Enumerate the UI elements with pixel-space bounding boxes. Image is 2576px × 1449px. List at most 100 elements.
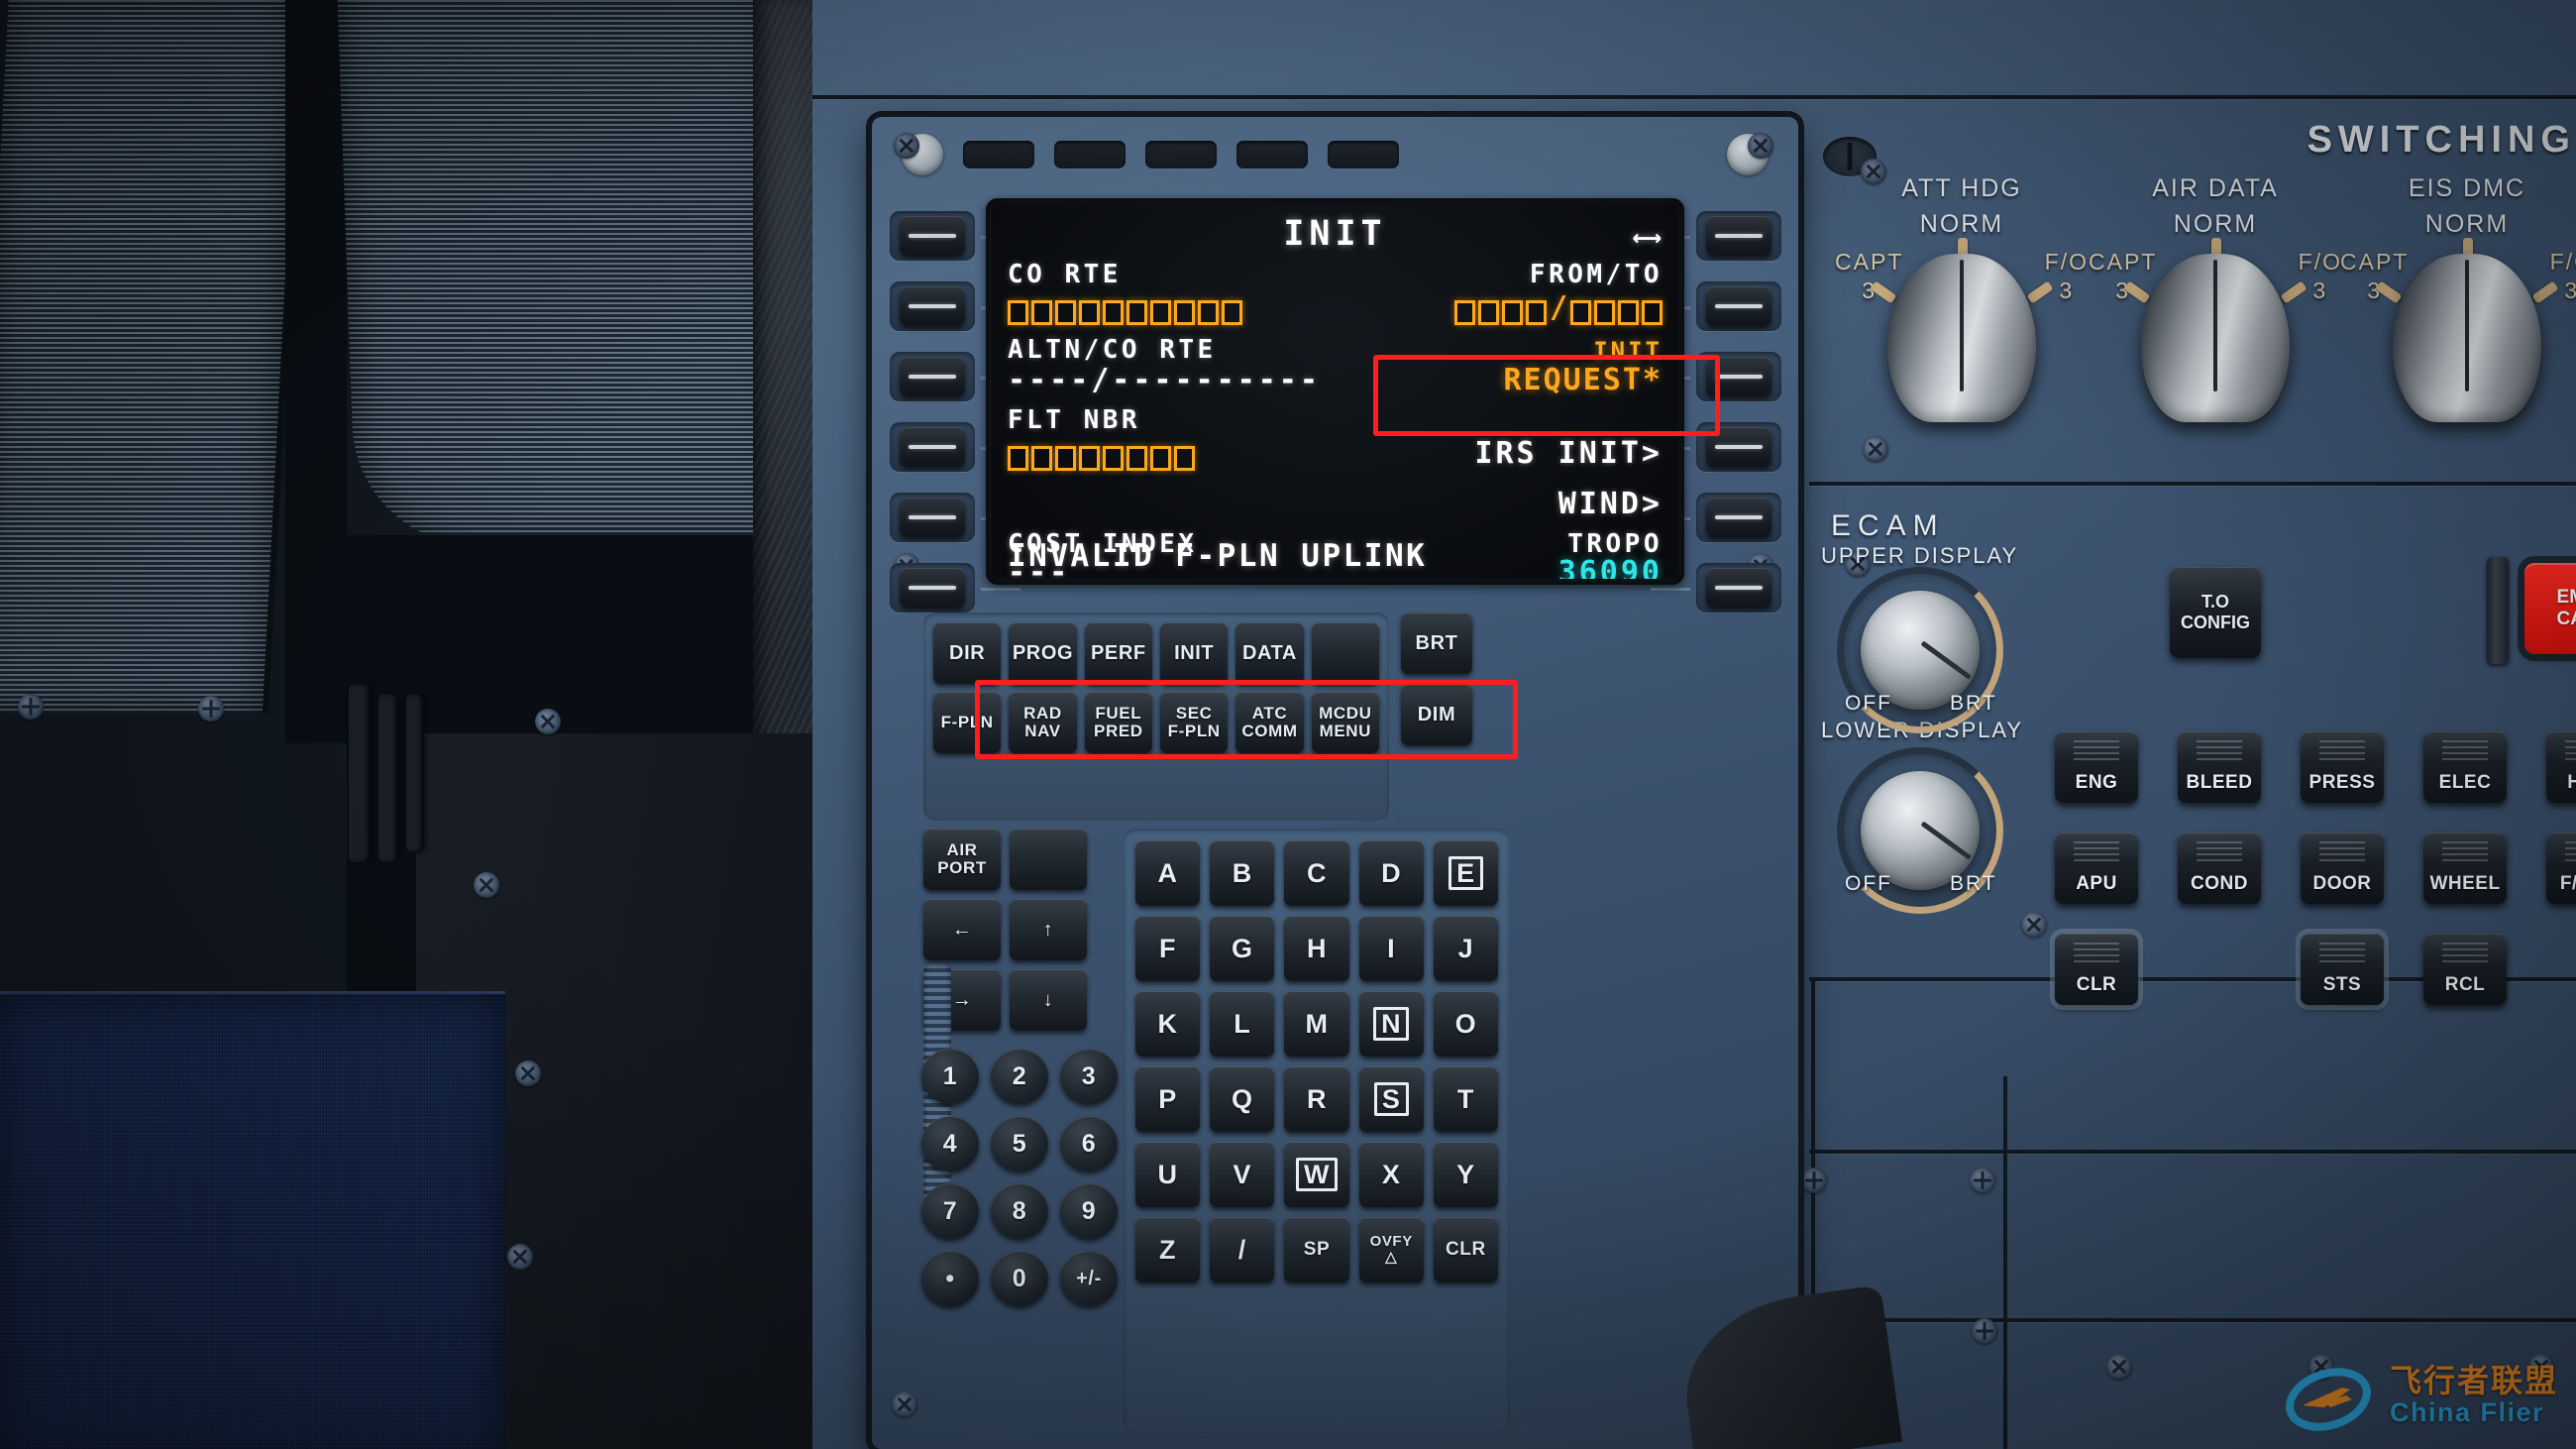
lsk-r2-init-request[interactable] (1706, 286, 1771, 326)
key-blank-2[interactable] (1010, 829, 1087, 890)
ecam-button-apu[interactable]: APU (2055, 833, 2138, 904)
key-fpln[interactable]: F-PLN (933, 692, 1002, 753)
key-v[interactable]: V (1210, 1142, 1275, 1207)
key-clr[interactable]: CLR (1433, 1217, 1498, 1282)
ecam-button-rcl[interactable]: RCL (2423, 934, 2507, 1005)
lsk-l1[interactable] (900, 216, 965, 256)
key-fuel-pred[interactable]: FUEL PRED (1084, 692, 1152, 753)
key-num-1[interactable]: 1 (921, 1049, 979, 1104)
key-dir[interactable]: DIR (933, 622, 1002, 684)
ecam-button-wheel[interactable]: WHEEL (2423, 833, 2507, 904)
ecam-button-door[interactable]: DOOR (2301, 833, 2384, 904)
key-plus-minus[interactable]: +/- (1060, 1251, 1118, 1306)
key-h[interactable]: H (1284, 916, 1349, 981)
key-slash[interactable]: / (1210, 1217, 1275, 1282)
key-brt[interactable]: BRT (1401, 613, 1472, 674)
key-p[interactable]: P (1135, 1066, 1201, 1132)
key-blank-1[interactable] (1311, 622, 1379, 684)
selector-air-data-knob[interactable] (2141, 254, 2290, 422)
ecam-button-press[interactable]: PRESS (2301, 731, 2384, 803)
key-decimal-point[interactable]: • (921, 1251, 979, 1306)
mcdu-screen[interactable]: INIT ←→ CO RTE FROM/TO / ALTN/CO RTE INI… (992, 204, 1678, 579)
key-num-0[interactable]: 0 (991, 1251, 1048, 1306)
key-f[interactable]: F (1135, 916, 1201, 981)
field-from-to-boxes[interactable]: / (1453, 290, 1663, 325)
ecam-button-fctl[interactable]: F/CTL (2546, 833, 2576, 904)
key-k[interactable]: K (1135, 991, 1201, 1057)
lsk-r1[interactable] (1706, 216, 1771, 256)
key-sec-fpln[interactable]: SEC F-PLN (1160, 692, 1229, 753)
key-e[interactable]: E (1433, 840, 1498, 906)
key-t[interactable]: T (1433, 1066, 1498, 1132)
key-airport[interactable]: AIR PORT (923, 829, 1001, 890)
key-prog[interactable]: PROG (1009, 622, 1077, 684)
to-config-button[interactable]: T.O CONFIG (2170, 567, 2261, 658)
key-num-4[interactable]: 4 (921, 1116, 979, 1171)
key-z[interactable]: Z (1135, 1217, 1201, 1282)
field-tropo[interactable]: 36090 (1558, 555, 1663, 579)
field-irs-init-link[interactable]: IRS INIT> (1474, 436, 1663, 471)
key-arrow-up[interactable]: ↑ (1010, 899, 1087, 960)
key-perf[interactable]: PERF (1084, 622, 1152, 684)
key-mcdu-menu[interactable]: MCDU MENU (1311, 692, 1379, 753)
emer-cancel-guard[interactable] (2487, 557, 2509, 664)
key-q[interactable]: Q (1210, 1066, 1275, 1132)
key-o[interactable]: O (1433, 991, 1498, 1057)
key-num-2[interactable]: 2 (991, 1049, 1048, 1104)
key-dim[interactable]: DIM (1401, 684, 1472, 745)
key-g[interactable]: G (1210, 916, 1275, 981)
key-n[interactable]: N (1358, 991, 1424, 1057)
lsk-l6[interactable] (900, 568, 965, 608)
field-altn-co-rte[interactable]: ----/---------- (1008, 363, 1321, 397)
lsk-r5-tropo[interactable] (1706, 498, 1771, 537)
key-num-8[interactable]: 8 (991, 1183, 1048, 1239)
lsk-r3-irs-init[interactable] (1706, 357, 1771, 396)
key-arrow-left[interactable]: ← (923, 899, 1001, 960)
key-d[interactable]: D (1358, 840, 1424, 906)
lsk-l3[interactable] (900, 357, 965, 396)
key-num-9[interactable]: 9 (1060, 1183, 1118, 1239)
lsk-l2[interactable] (900, 286, 965, 326)
key-c[interactable]: C (1284, 840, 1349, 906)
key-x[interactable]: X (1358, 1142, 1424, 1207)
key-w[interactable]: W (1284, 1142, 1349, 1207)
lsk-l5[interactable] (900, 498, 965, 537)
selector-eis-dmc-knob[interactable] (2393, 254, 2541, 422)
key-num-5[interactable]: 5 (991, 1116, 1048, 1171)
key-l[interactable]: L (1210, 991, 1275, 1057)
key-m[interactable]: M (1284, 991, 1349, 1057)
ecam-button-sts[interactable]: STS (2301, 934, 2384, 1005)
ecam-button-bleed[interactable]: BLEED (2178, 731, 2261, 803)
key-data[interactable]: DATA (1235, 622, 1304, 684)
lsk-r4-wind[interactable] (1706, 427, 1771, 467)
key-j[interactable]: J (1433, 916, 1498, 981)
lsk-l4[interactable] (900, 427, 965, 467)
field-init-request[interactable]: REQUEST* (1504, 363, 1664, 397)
key-space[interactable]: SP (1284, 1217, 1349, 1282)
key-b[interactable]: B (1210, 840, 1275, 906)
ecam-button-hyd[interactable]: HYD (2546, 731, 2576, 803)
key-r[interactable]: R (1284, 1066, 1349, 1132)
field-flt-nbr-boxes[interactable] (1008, 446, 1195, 471)
emer-cancel-button[interactable]: EMER CANC (2524, 563, 2576, 654)
field-wind-link[interactable]: WIND> (1558, 487, 1663, 521)
ecam-button-clr[interactable]: CLR (2055, 934, 2138, 1005)
key-s[interactable]: S (1358, 1066, 1424, 1132)
key-rad-nav[interactable]: RAD NAV (1009, 692, 1077, 753)
key-num-6[interactable]: 6 (1060, 1116, 1118, 1171)
key-atc-comm[interactable]: ATC COMM (1235, 692, 1304, 753)
key-u[interactable]: U (1135, 1142, 1201, 1207)
ecam-button-eng[interactable]: ENG (2055, 731, 2138, 803)
key-ovfy[interactable]: OVFY △ (1358, 1217, 1424, 1282)
lsk-r6-gnd-temp[interactable] (1706, 568, 1771, 608)
ecam-button-cond[interactable]: COND (2178, 833, 2261, 904)
selector-att-hdg-knob[interactable] (1887, 254, 2036, 422)
key-y[interactable]: Y (1433, 1142, 1498, 1207)
field-co-rte-boxes[interactable] (1008, 300, 1242, 325)
key-i[interactable]: I (1358, 916, 1424, 981)
key-a[interactable]: A (1135, 840, 1201, 906)
key-num-3[interactable]: 3 (1060, 1049, 1118, 1104)
key-init[interactable]: INIT (1160, 622, 1229, 684)
key-num-7[interactable]: 7 (921, 1183, 979, 1239)
key-arrow-down[interactable]: ↓ (1010, 969, 1087, 1031)
